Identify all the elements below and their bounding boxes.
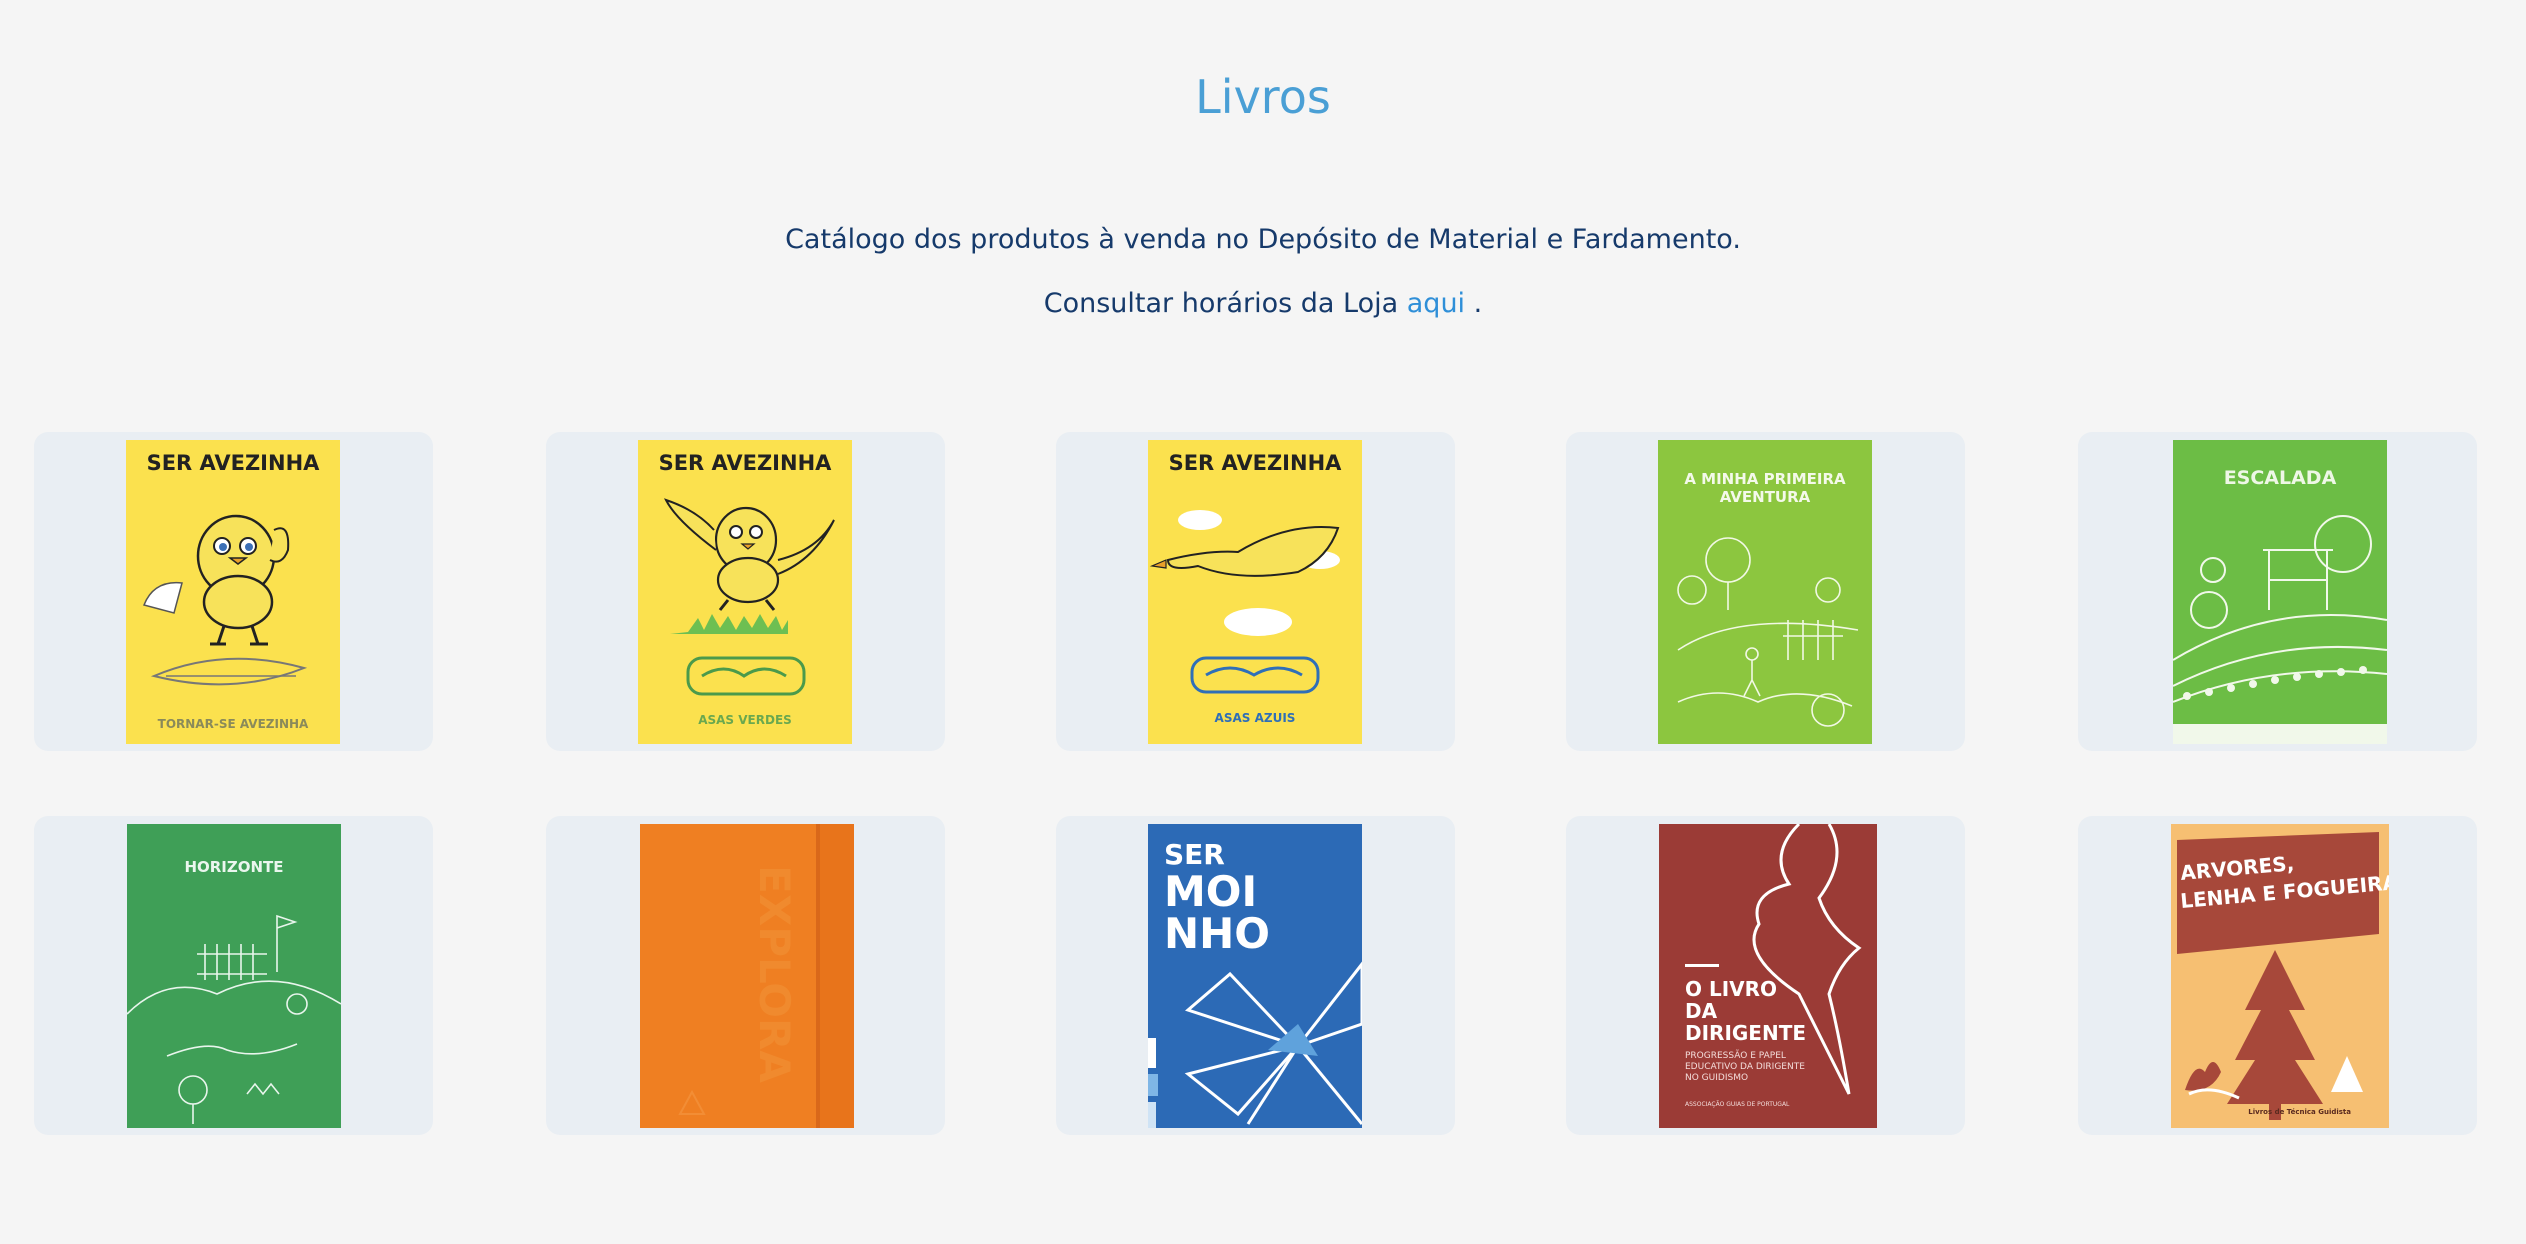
svg-text:HORIZONTE: HORIZONTE (184, 858, 283, 876)
store-hours-suffix: . (1474, 288, 1483, 319)
product-card-a-minha-primeira-aventura[interactable]: A MINHA PRIMEIRA AVENTURA (1566, 432, 1965, 751)
svg-text:ASSOCIAÇÃO GUIAS DE PORTUGAL: ASSOCIAÇÃO GUIAS DE PORTUGAL (1685, 1101, 1790, 1108)
book-cover-image[interactable]: ARVORES, LENHA E FOGUEIRAS Livros de Téc… (2171, 824, 2389, 1128)
svg-text:PROGRESSÃO E PAPEL: PROGRESSÃO E PAPEL (1685, 1050, 1786, 1061)
book-cover-svg: ESCALADA (2173, 440, 2387, 744)
svg-text:ASAS VERDES: ASAS VERDES (698, 713, 792, 727)
svg-text:SER AVEZINHA: SER AVEZINHA (147, 451, 321, 475)
book-cover-svg: SER AVEZINHA ASAS AZUIS (1148, 440, 1362, 744)
svg-text:A MINHA PRIMEIRA: A MINHA PRIMEIRA (1684, 470, 1846, 488)
book-cover-image[interactable]: SER AVEZINHA ASAS AZUIS (1148, 440, 1362, 744)
store-hours-link[interactable]: aqui (1407, 288, 1465, 319)
product-card-ser-moinho[interactable]: SER MOI NHO (1056, 816, 1455, 1135)
product-card-ser-avezinha-2[interactable]: SER AVEZINHA ASAS VERDES (546, 432, 945, 751)
svg-text:NO GUIDISMO: NO GUIDISMO (1685, 1073, 1748, 1083)
catalog-description: Catálogo dos produtos à venda no Depósit… (0, 224, 2526, 255)
book-cover-svg: SER AVEZINHA ASAS VERDES (638, 440, 852, 744)
page-title: Livros (0, 70, 2526, 124)
book-cover-image[interactable]: SER AVEZINHA ASAS VERDES (638, 440, 852, 744)
book-cover-svg: A MINHA PRIMEIRA AVENTURA (1658, 440, 1872, 744)
book-cover-svg: SER AVEZINHA TORNAR-SE AVEZINHA (126, 440, 340, 744)
product-card-escalada[interactable]: ESCALADA (2078, 432, 2477, 751)
svg-text:ESCALADA: ESCALADA (2224, 467, 2337, 489)
book-cover-svg: SER MOI NHO (1148, 824, 1362, 1128)
svg-text:EDUCATIVO DA DIRIGENTE: EDUCATIVO DA DIRIGENTE (1685, 1062, 1805, 1072)
svg-text:DA: DA (1685, 999, 1718, 1023)
svg-text:SER AVEZINHA: SER AVEZINHA (659, 451, 833, 475)
book-cover-image[interactable]: EXPLORA (640, 824, 854, 1128)
product-card-explora[interactable]: EXPLORA (546, 816, 945, 1135)
book-cover-image[interactable]: O LIVRO DA DIRIGENTE PROGRESSÃO E PAPEL … (1659, 824, 1877, 1128)
svg-text:AVENTURA: AVENTURA (1720, 488, 1811, 506)
svg-text:TORNAR-SE AVEZINHA: TORNAR-SE AVEZINHA (158, 717, 309, 731)
product-card-horizonte[interactable]: HORIZONTE (34, 816, 433, 1135)
book-cover-svg: EXPLORA (640, 824, 854, 1128)
book-cover-image[interactable]: HORIZONTE (127, 824, 341, 1128)
product-card-ser-avezinha-1[interactable]: SER AVEZINHA TORNAR-SE AVEZINHA (34, 432, 433, 751)
svg-text:O LIVRO: O LIVRO (1685, 977, 1777, 1001)
store-hours-text: Consultar horários da Loja aqui . (0, 288, 2526, 319)
product-card-o-livro-da-dirigente[interactable]: O LIVRO DA DIRIGENTE PROGRESSÃO E PAPEL … (1566, 816, 1965, 1135)
svg-text:Livros de Técnica Guidista: Livros de Técnica Guidista (2248, 1108, 2351, 1116)
book-cover-image[interactable]: ESCALADA (2173, 440, 2387, 744)
book-cover-svg: ARVORES, LENHA E FOGUEIRAS Livros de Téc… (2171, 824, 2389, 1128)
svg-text:NHO: NHO (1164, 909, 1270, 958)
svg-text:EXPLORA: EXPLORA (750, 865, 799, 1083)
book-cover-svg: O LIVRO DA DIRIGENTE PROGRESSÃO E PAPEL … (1659, 824, 1877, 1128)
product-card-ser-avezinha-3[interactable]: SER AVEZINHA ASAS AZUIS (1056, 432, 1455, 751)
book-cover-svg: HORIZONTE (127, 824, 341, 1128)
book-cover-image[interactable]: A MINHA PRIMEIRA AVENTURA (1658, 440, 1872, 744)
book-cover-image[interactable]: SER AVEZINHA TORNAR-SE AVEZINHA (126, 440, 340, 744)
svg-text:ASAS AZUIS: ASAS AZUIS (1215, 711, 1296, 725)
product-card-arvores-lenha-e-fogueiras[interactable]: ARVORES, LENHA E FOGUEIRAS Livros de Téc… (2078, 816, 2477, 1135)
book-cover-image[interactable]: SER MOI NHO (1148, 824, 1362, 1128)
svg-text:DIRIGENTE: DIRIGENTE (1685, 1021, 1806, 1045)
svg-text:SER AVEZINHA: SER AVEZINHA (1169, 451, 1343, 475)
store-hours-prefix: Consultar horários da Loja (1044, 288, 1398, 319)
